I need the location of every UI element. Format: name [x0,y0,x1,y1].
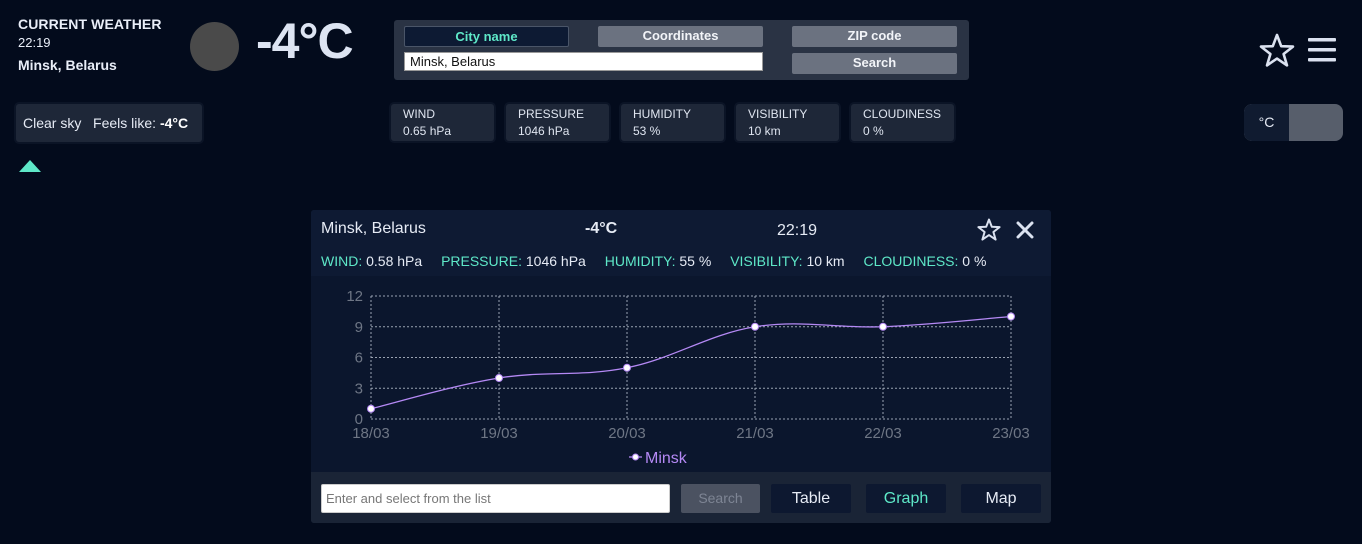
stat-humidity: HUMIDITY 53 % [621,104,724,141]
unit-toggle[interactable]: °C [1244,104,1343,141]
visibility-value: 10 km [806,253,845,269]
y-tick-label: 3 [355,380,363,397]
x-tick-label: 22/03 [864,425,902,442]
search-button[interactable]: Search [792,53,957,74]
visibility-label: VISIBILITY: [730,253,803,269]
city-search-input[interactable] [321,484,670,513]
data-point [1007,312,1015,321]
y-tick-label: 6 [355,350,363,367]
stat-value: 0 % [863,124,884,138]
weather-condition-icon [190,22,239,71]
data-point [879,322,887,331]
stat-label: WIND [403,107,435,121]
hamburger-menu-icon[interactable] [1306,36,1338,64]
sky-condition: Clear sky [23,115,82,131]
y-tick-label: 9 [355,319,363,336]
x-tick-label: 20/03 [608,425,646,442]
pressure-value: 1046 hPa [525,253,586,269]
tab-city-name[interactable]: City name [404,26,569,47]
wind-value: 0.58 hPa [366,253,423,269]
stat-cloudiness: CLOUDINESS 0 % [851,104,954,141]
legend-label: Minsk [645,450,688,467]
cloudiness-value: 0 % [962,253,987,269]
current-weather-title: CURRENT WEATHER [18,16,162,32]
humidity-label: HUMIDITY: [604,253,676,269]
close-icon[interactable] [1014,219,1036,241]
stat-pressure: PRESSURE 1046 hPa [506,104,609,141]
current-location: Minsk, Belarus [18,57,117,73]
tab-coordinates[interactable]: Coordinates [598,26,763,47]
location-search-panel: City name Coordinates ZIP code Search [394,20,969,80]
city-name-input[interactable] [404,52,763,71]
x-tick-label: 19/03 [480,425,518,442]
star-icon[interactable] [1259,33,1295,69]
series-line-minsk [370,315,1012,410]
card-stats: WIND: 0.58 hPa PRESSURE: 1046 hPa HUMIDI… [321,253,1001,269]
stat-label: HUMIDITY [633,107,691,121]
graph-view-button[interactable]: Graph [866,484,946,513]
x-tick-label: 18/03 [352,425,390,442]
feels-like-label: Feels like: [93,115,157,131]
footer-search-button[interactable]: Search [681,484,760,513]
stat-value: 10 km [748,124,781,138]
wind-label: WIND: [321,253,363,269]
cloudiness-label: CLOUDINESS: [863,253,959,269]
data-point [623,363,631,372]
table-view-button[interactable]: Table [771,484,851,513]
favorite-star-icon[interactable] [977,218,1001,242]
stat-label: CLOUDINESS [863,107,942,121]
legend-marker [632,453,639,461]
card-time: 22:19 [777,222,818,239]
data-point [751,322,759,331]
card-header: Minsk, Belarus -4°C 22:19 WIND: 0.58 hPa… [311,210,1051,276]
pressure-label: PRESSURE: [441,253,522,269]
stat-value: 53 % [633,124,661,138]
humidity-value: 55 % [679,253,712,269]
card-city: Minsk, Belarus [321,220,426,237]
unit-celsius[interactable]: °C [1244,104,1289,141]
feels-like-value: -4°C [159,115,189,131]
stat-label: VISIBILITY [748,107,808,121]
x-tick-label: 23/03 [992,425,1030,442]
current-temperature: -4°C [256,13,354,69]
sky-summary: Clear sky Feels like: -4°C [16,104,202,142]
data-point [367,404,375,413]
card-temperature: -4°C [585,220,618,237]
stat-value: 1046 hPa [518,124,570,138]
temperature-chart: 0 3 6 9 12 18/03 19/03 20/03 21/03 22/03 23/03 Mins… [311,276,1051,472]
stat-visibility: VISIBILITY 10 km [736,104,839,141]
city-weather-card: Minsk, Belarus -4°C 22:19 WIND: 0.58 hPa… [311,210,1051,523]
stat-value: 0.65 hPa [403,124,452,138]
stat-wind: WIND 0.65 hPa [391,104,494,141]
y-tick-label: 12 [346,288,363,305]
stat-label: PRESSURE [518,107,585,121]
data-point [495,374,503,382]
tab-zip-code[interactable]: ZIP code [792,26,957,47]
card-footer: Search Table Graph Map [311,472,1051,523]
collapse-arrow-icon[interactable] [19,160,41,172]
current-time: 22:19 [18,35,51,50]
x-tick-label: 21/03 [736,425,774,442]
map-view-button[interactable]: Map [961,484,1041,513]
chart-svg: 03691218/03 19/03 20/03 21/03 22/03 23/03Mins… [346,288,1030,467]
